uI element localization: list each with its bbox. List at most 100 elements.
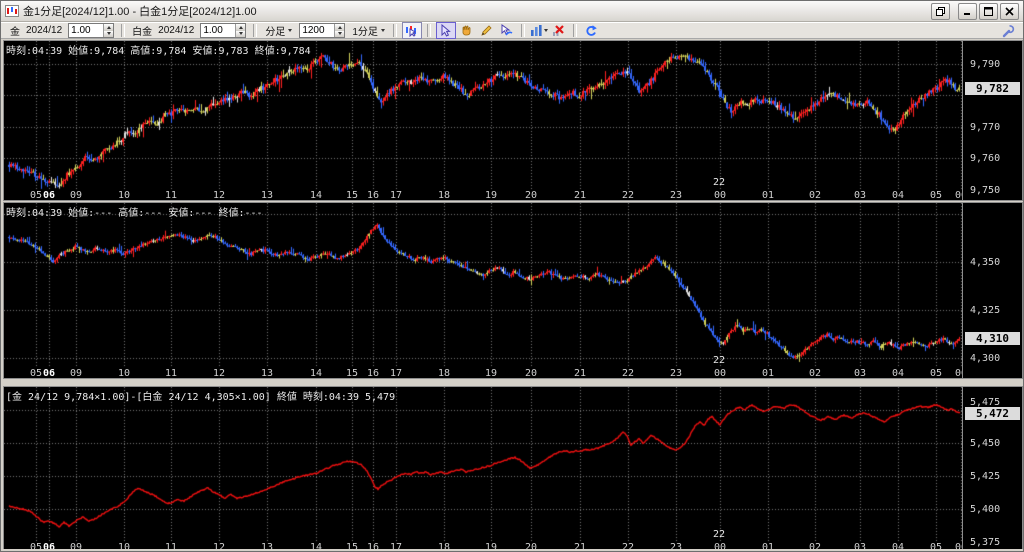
close-button[interactable] xyxy=(1000,2,1019,20)
time-axis-label: 13 xyxy=(260,190,274,201)
time-axis-label: 00 xyxy=(713,190,727,201)
maximize-button[interactable] xyxy=(979,2,998,20)
spin-buttons xyxy=(103,24,114,37)
spin-down-button[interactable] xyxy=(335,30,345,37)
time-axis-label: 05 xyxy=(29,368,43,379)
minimize-button[interactable] xyxy=(958,2,977,20)
window-bottom-border xyxy=(1,549,1023,551)
time-axis-label: 19 xyxy=(484,190,498,201)
price-axis-label: 9,760 xyxy=(970,153,1001,165)
platinum-multiplier-spinner xyxy=(200,23,247,38)
time-axis-label: 22 xyxy=(621,190,635,201)
time-axis-label: 06 xyxy=(42,190,56,201)
time-axis-label: 18 xyxy=(437,190,451,201)
price-axis-label: 4,350 xyxy=(970,256,1001,268)
float-window-button[interactable] xyxy=(931,2,950,20)
chevron-down-icon xyxy=(380,29,385,32)
last-price-badge: 5,472 xyxy=(965,406,1020,420)
platinum-label: 白金 xyxy=(132,27,153,38)
time-axis-label: 02 xyxy=(808,190,822,201)
gold-multiplier-input[interactable] xyxy=(69,24,104,37)
period-type-dropdown[interactable]: 分足 xyxy=(265,23,293,38)
time-axis-label: 02 xyxy=(808,368,822,379)
time-axis-label: 17 xyxy=(389,190,403,201)
price-axis-label: 5,425 xyxy=(970,470,1001,482)
spin-down-button[interactable] xyxy=(104,30,114,37)
marker-tool-button[interactable] xyxy=(498,23,516,38)
toolbar-separator xyxy=(572,24,577,37)
gold-multiplier-spinner xyxy=(68,23,115,38)
time-axis-label: 21 xyxy=(573,190,587,201)
interval-dropdown[interactable]: 1分足 xyxy=(352,23,385,38)
time-axis-label: 11 xyxy=(164,368,178,379)
toolbar-separator xyxy=(392,24,397,37)
title-bar[interactable]: 金1分足[2024/12]1.00 - 白金1分足[2024/12]1.00 xyxy=(1,1,1023,22)
time-axis-label: 23 xyxy=(669,190,683,201)
bar-count-spinner xyxy=(299,23,346,38)
time-axis-label: 01 xyxy=(761,190,775,201)
spread-price-axis: 5,475 5,450 5,425 5,400 5,375 5,472 xyxy=(962,387,1022,551)
settings-wrench-icon[interactable] xyxy=(1001,24,1015,38)
time-axis-label: 18 xyxy=(437,368,451,379)
price-axis-label: 9,750 xyxy=(970,184,1001,196)
spin-down-button[interactable] xyxy=(236,30,246,37)
platinum-time-axis: 05 06 09 10 11 12 13 14 15 16 17 18 19 20 21 22 23 00 01 02… xyxy=(4,368,967,379)
time-axis-label: 14 xyxy=(309,368,323,379)
spin-buttons xyxy=(334,24,345,37)
window-controls xyxy=(929,2,1019,20)
period-type-label: 分足 xyxy=(265,27,286,38)
time-axis-label: 12 xyxy=(212,190,226,201)
pencil-draw-tool-button[interactable] xyxy=(478,23,496,38)
platinum-chart-panel[interactable]: 時刻:04:39 始値:--- 高値:--- 安値:--- 終値:--- 22 … xyxy=(3,202,1023,379)
price-axis-label: 4,300 xyxy=(970,352,1001,364)
spread-chart-panel[interactable]: [金 24/12 9,784×1.00]-[白金 24/12 4,305×1.0… xyxy=(3,386,1023,551)
gold-info-line: 時刻:04:39 始値:9,784 高値:9,784 安値:9,783 終値:9… xyxy=(6,46,311,57)
time-axis-label: 23 xyxy=(669,368,683,379)
last-price-badge: 4,310 xyxy=(965,331,1020,345)
price-axis-label: 9,770 xyxy=(970,121,1001,133)
time-axis-label: 12 xyxy=(212,368,226,379)
time-axis-label: 20 xyxy=(524,368,538,379)
candle-cursor-tool-button[interactable] xyxy=(401,22,422,39)
gold-chart-panel[interactable]: 時刻:04:39 始値:9,784 高値:9,784 安値:9,783 終値:9… xyxy=(3,40,1023,201)
time-axis-label: 10 xyxy=(117,368,131,379)
app-chart-icon xyxy=(5,5,19,17)
time-axis-label: 19 xyxy=(484,368,498,379)
clear-indicator-button[interactable] xyxy=(550,23,568,38)
bar-count-input[interactable] xyxy=(300,24,335,37)
time-axis-label: 03 xyxy=(853,190,867,201)
interval-label: 1分足 xyxy=(352,27,378,38)
toolbar-separator xyxy=(121,24,126,37)
time-axis-label: 11 xyxy=(164,190,178,201)
time-axis-label: 04 xyxy=(891,368,905,379)
spin-buttons xyxy=(235,24,246,37)
chart-type-button[interactable] xyxy=(530,23,548,38)
platinum-contract-label: 2024/12 xyxy=(158,25,195,36)
toolbar-separator xyxy=(520,24,525,37)
time-axis-label: 09 xyxy=(69,368,83,379)
time-axis-label: 00 xyxy=(713,368,727,379)
refresh-button[interactable] xyxy=(582,23,600,38)
time-axis-label: 05 xyxy=(929,368,943,379)
select-cursor-tool-button[interactable] xyxy=(435,22,456,39)
time-axis-label: 05 xyxy=(29,190,43,201)
platinum-multiplier-input[interactable] xyxy=(201,24,236,37)
gold-contract-label: 2024/12 xyxy=(26,25,63,36)
time-axis-label: 17 xyxy=(389,368,403,379)
time-axis-label: 15 xyxy=(345,368,359,379)
price-axis-label: 9,790 xyxy=(970,58,1001,70)
price-axis-label: 5,375 xyxy=(970,536,1001,548)
app-window: 金1分足[2024/12]1.00 - 白金1分足[2024/12]1.00 金… xyxy=(0,0,1024,552)
time-axis-label: 21 xyxy=(573,368,587,379)
platinum-candlestick-canvas[interactable] xyxy=(4,203,962,368)
date-annotation: 22 xyxy=(713,529,726,540)
time-axis-label: 15 xyxy=(345,190,359,201)
spread-line-canvas[interactable] xyxy=(4,387,962,542)
time-axis-label: 16 xyxy=(366,368,380,379)
platinum-price-axis: 4,350 4,325 4,300 4,310 xyxy=(962,203,1022,378)
window-title: 金1分足[2024/12]1.00 - 白金1分足[2024/12]1.00 xyxy=(23,6,257,18)
pan-hand-tool-button[interactable] xyxy=(458,23,476,38)
gold-candlestick-canvas[interactable] xyxy=(4,41,962,190)
time-axis-label: 20 xyxy=(524,190,538,201)
time-axis-label: 06 xyxy=(42,368,56,379)
